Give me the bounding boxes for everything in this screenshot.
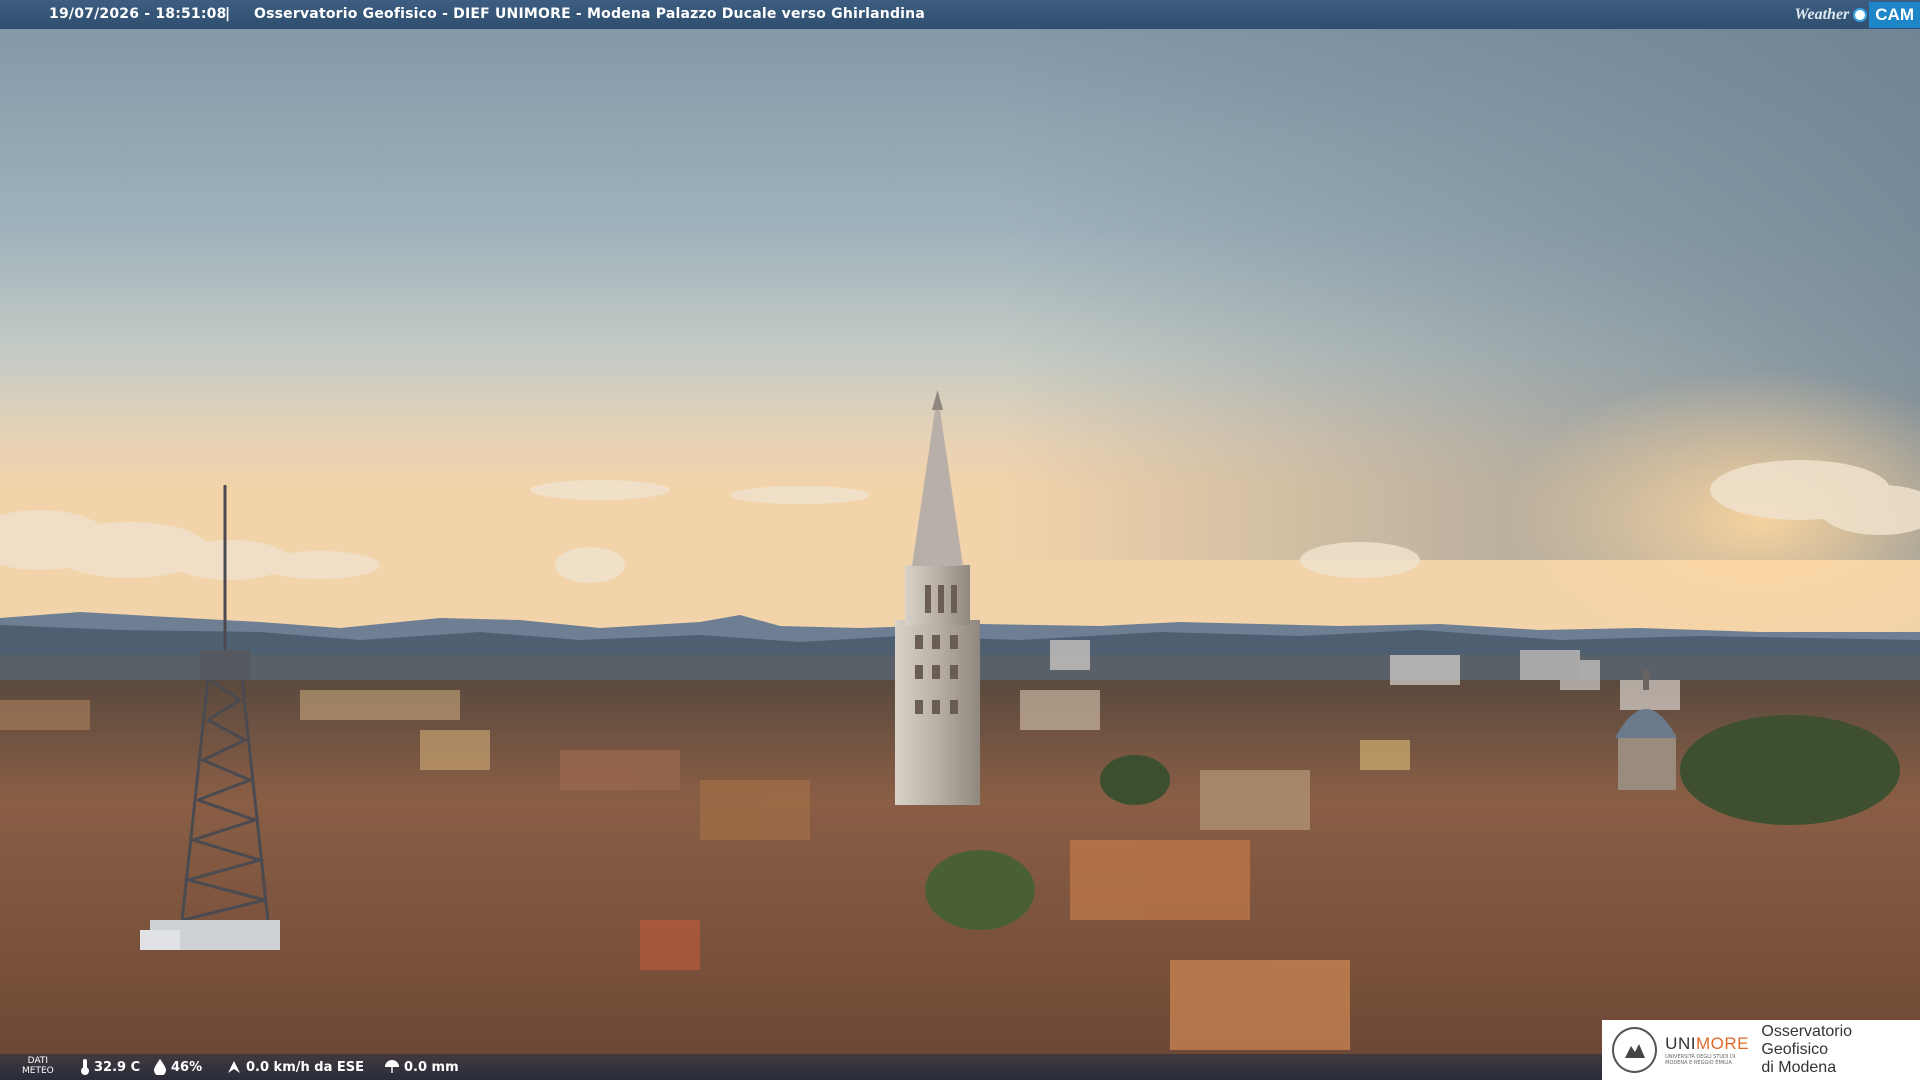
university-seal-icon	[1612, 1027, 1658, 1073]
unimore-prefix: UNI	[1665, 1034, 1696, 1053]
wind-readout: 0.0 km/h da ESE	[226, 1059, 364, 1075]
camera-title: Osservatorio Geofisico - DIEF UNIMORE - …	[254, 6, 925, 22]
unimore-suffix: MORE	[1695, 1034, 1749, 1053]
weathercam-logo-cam: CAM	[1869, 1, 1920, 28]
rain-readout: 0.0 mm	[384, 1059, 459, 1075]
separator: |	[225, 6, 231, 22]
unimore-subtitle-2: MODENA E REGGIO EMILIA	[1665, 1060, 1732, 1066]
humidity-readout: 46%	[153, 1059, 202, 1075]
humidity-value: 46%	[171, 1059, 203, 1075]
observatory-line1: Osservatorio Geofisico	[1761, 1023, 1853, 1058]
dati-meteo-label: DATI METEO	[22, 1056, 54, 1076]
thermometer-icon	[81, 1059, 89, 1075]
dati-meteo-line1: DATI	[27, 1056, 49, 1066]
rain-umbrella-icon	[385, 1060, 399, 1073]
observatory-name: Osservatorio Geofisico di Modena	[1761, 1023, 1920, 1077]
timestamp: 19/07/2026 - 18:51:08	[49, 6, 227, 22]
weathercam-logo: Weather CAM	[1794, 0, 1920, 29]
unimore-logo: UNIMORE UNIVERSITÀ DEGLI STUDI DI MODENA…	[1665, 1034, 1753, 1066]
observatory-line2: di Modena	[1761, 1059, 1837, 1076]
humidity-drop-icon	[154, 1059, 166, 1075]
dati-meteo-line2: METEO	[22, 1066, 54, 1076]
rain-value: 0.0 mm	[404, 1059, 459, 1075]
unimore-branding: UNIMORE UNIVERSITÀ DEGLI STUDI DI MODENA…	[1602, 1020, 1920, 1080]
wind-icon	[228, 1061, 240, 1073]
webcam-image	[0, 0, 1920, 1080]
temperature-readout: 32.9 C	[80, 1059, 140, 1075]
temperature-value: 32.9 C	[94, 1059, 141, 1075]
weathercam-logo-dot-icon	[1853, 7, 1868, 22]
weathercam-logo-weather: Weather	[1794, 5, 1850, 23]
top-info-bar: 19/07/2026 - 18:51:08 | Osservatorio Geo…	[0, 0, 1920, 29]
wind-value: 0.0 km/h da ESE	[246, 1059, 365, 1075]
